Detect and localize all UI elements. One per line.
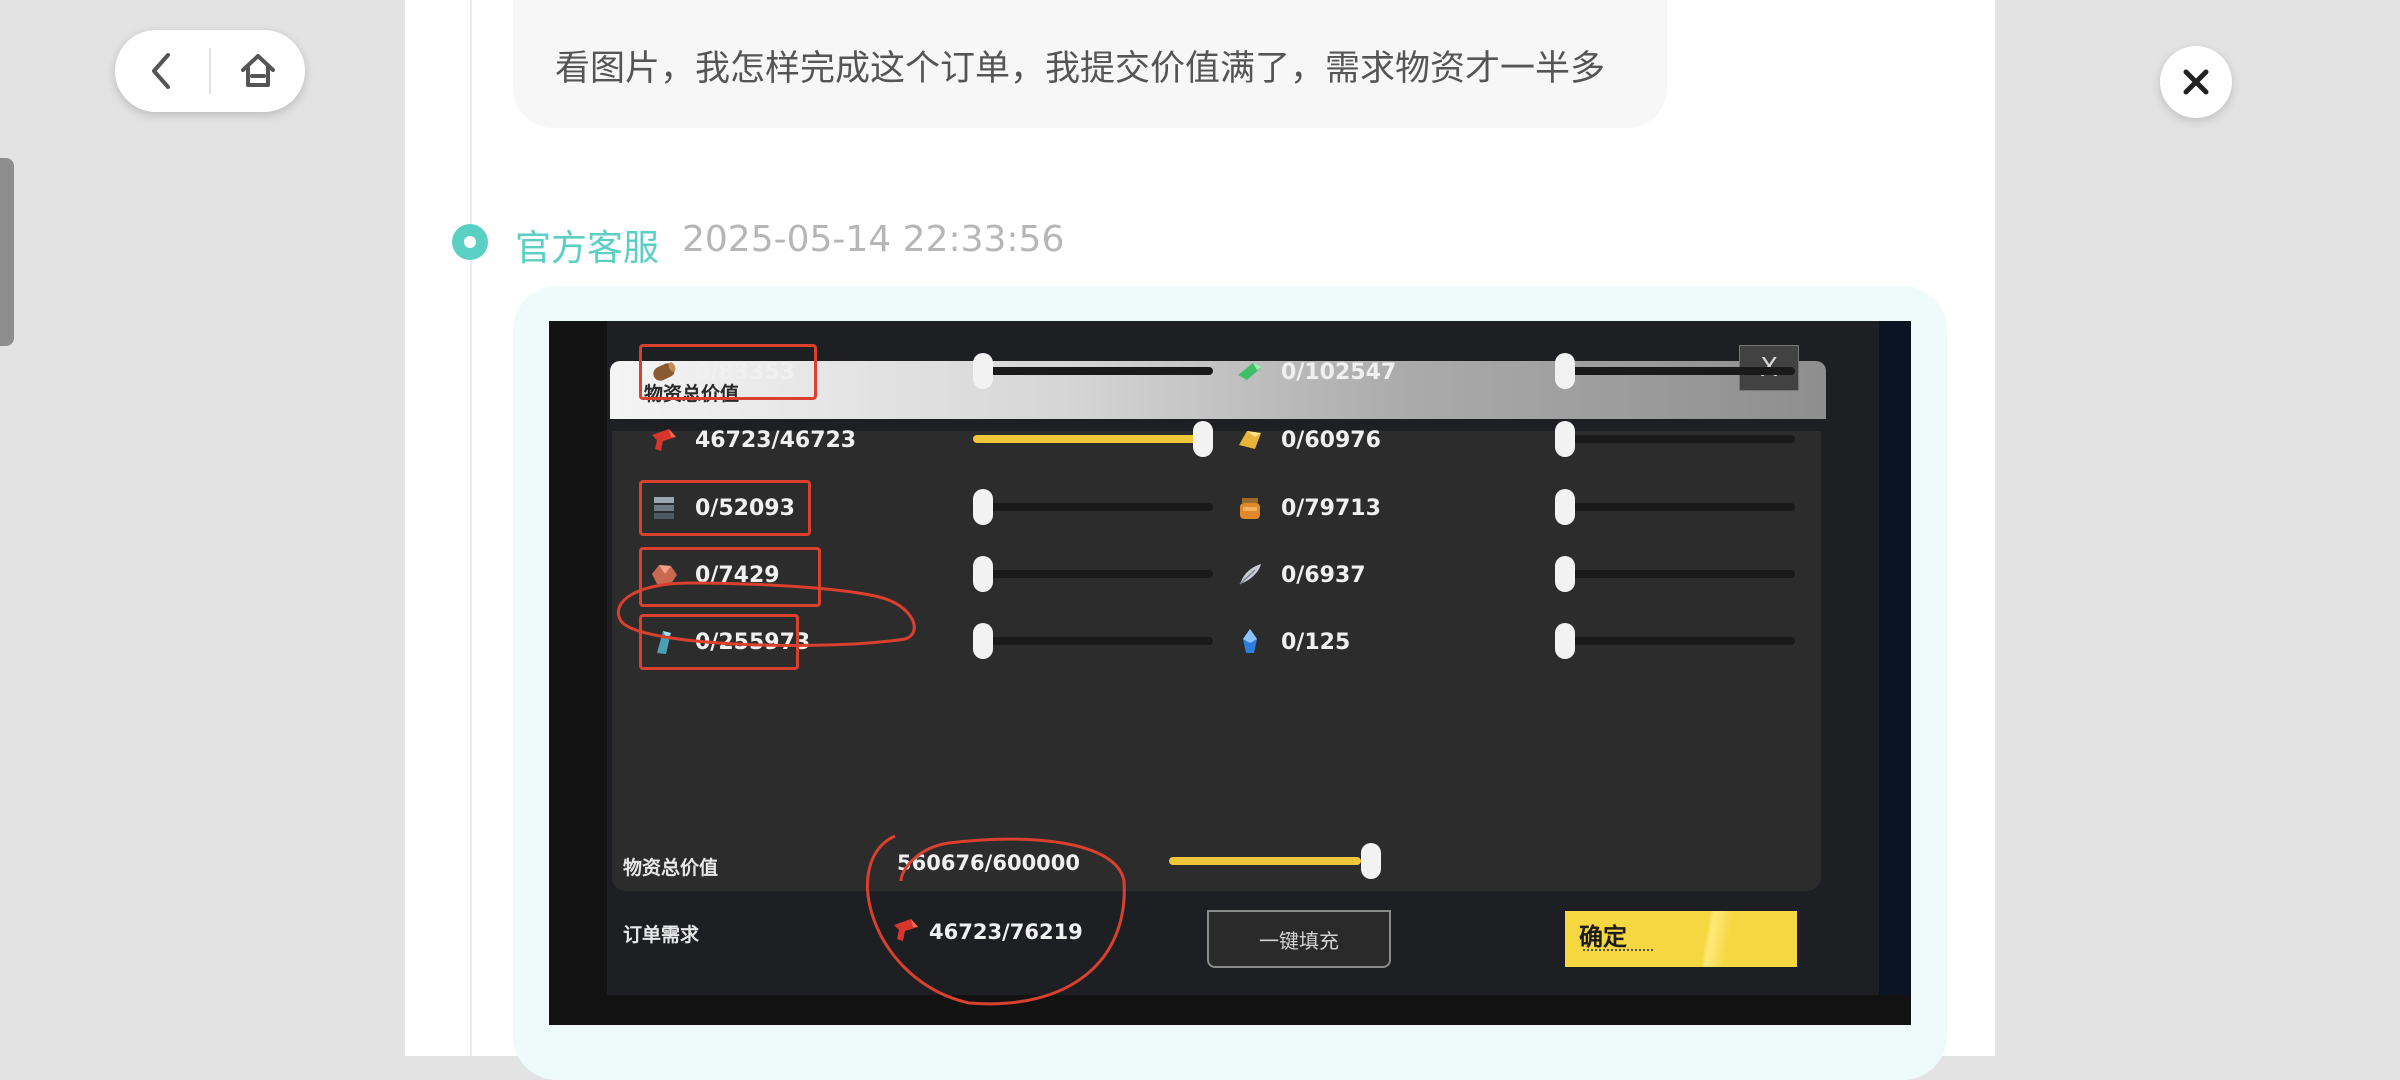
close-icon [2183,69,2209,95]
chevron-left-icon [152,53,170,89]
circle-mark-order [866,834,1126,1006]
attached-screenshot[interactable]: 物资总价值 X 0/00/8335346723/467230/520930/74… [549,321,1911,1025]
timeline-line [470,0,472,1056]
user-message-bubble: 看图片，我怎样完成这个订单，我提交价值满了，需求物资才一半多 [513,0,1667,128]
message-timestamp: 2025-05-14 22:33:56 [682,219,1065,260]
agent-name: 官方客服 [515,228,660,269]
back-button[interactable] [115,30,209,112]
agent-avatar-dot [452,224,488,260]
hand-drawn-annotations [616,581,1126,1006]
user-message-text: 看图片，我怎样完成这个订单，我提交价值满了，需求物资才一半多 [555,49,1606,89]
circle-mark-red-part [616,581,916,647]
nav-pill [115,30,305,112]
side-drawer-tab[interactable] [0,158,14,346]
close-button[interactable] [2160,46,2232,118]
home-icon [241,54,275,87]
home-button[interactable] [211,30,305,112]
